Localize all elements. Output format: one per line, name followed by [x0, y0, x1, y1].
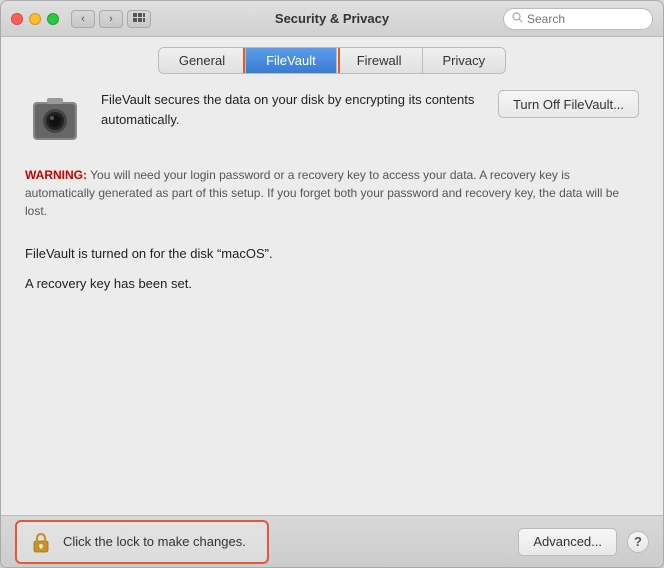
turn-off-button[interactable]: Turn Off FileVault... [498, 90, 639, 118]
advanced-button[interactable]: Advanced... [518, 528, 617, 556]
minimize-button[interactable] [29, 13, 41, 25]
maximize-button[interactable] [47, 13, 59, 25]
header-right: Turn Off FileVault... [498, 90, 639, 118]
bottom-bar: Click the lock to make changes. Advanced… [1, 515, 663, 567]
tab-firewall[interactable]: Firewall [337, 48, 423, 73]
search-icon [512, 12, 523, 26]
nav-buttons: ‹ › [71, 10, 123, 28]
status-section: FileVault is turned on for the disk “mac… [25, 244, 639, 303]
traffic-lights [11, 13, 59, 25]
tab-general[interactable]: General [159, 48, 246, 73]
forward-button[interactable]: › [99, 10, 123, 28]
warning-section: WARNING: You will need your login passwo… [25, 166, 639, 220]
tab-filevault[interactable]: FileVault [246, 48, 337, 73]
warning-body: You will need your login password or a r… [25, 168, 619, 218]
warning-label: WARNING: [25, 168, 87, 182]
content-header: FileVault secures the data on your disk … [25, 90, 639, 150]
back-button[interactable]: ‹ [71, 10, 95, 28]
filevault-icon [25, 90, 85, 150]
lock-section[interactable]: Click the lock to make changes. [15, 520, 269, 564]
close-button[interactable] [11, 13, 23, 25]
main-content: FileVault secures the data on your disk … [1, 74, 663, 515]
titlebar: ‹ › Security & Privacy [1, 1, 663, 37]
warning-text: WARNING: You will need your login passwo… [25, 166, 639, 220]
status-disk: FileVault is turned on for the disk “mac… [25, 244, 639, 264]
description-text: FileVault secures the data on your disk … [101, 90, 482, 129]
search-box[interactable] [503, 8, 653, 30]
status-key: A recovery key has been set. [25, 274, 639, 294]
tabs-container: General FileVault Firewall Privacy [1, 37, 663, 74]
lock-icon [27, 528, 55, 556]
description-area: FileVault secures the data on your disk … [101, 90, 482, 133]
search-input[interactable] [527, 12, 647, 26]
tab-privacy[interactable]: Privacy [423, 48, 506, 73]
window-title: Security & Privacy [275, 11, 389, 26]
lock-text: Click the lock to make changes. [63, 534, 246, 549]
main-window: ‹ › Security & Privacy [0, 0, 664, 568]
grid-button[interactable] [127, 10, 151, 28]
help-button[interactable]: ? [627, 531, 649, 553]
tabs: General FileVault Firewall Privacy [158, 47, 506, 74]
